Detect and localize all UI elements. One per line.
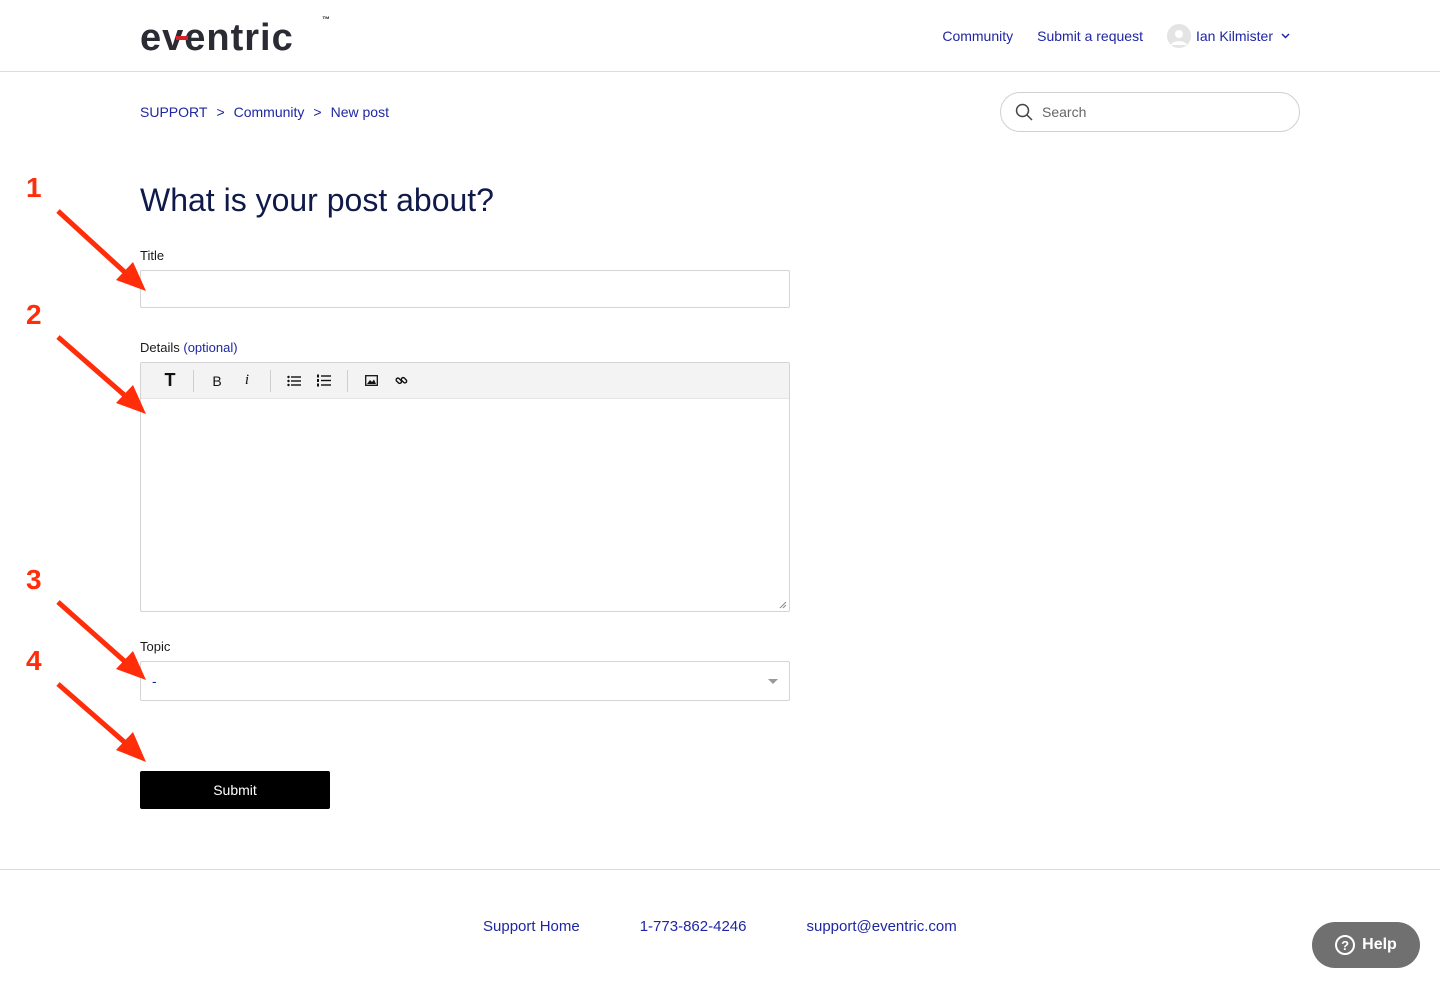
resize-handle-icon[interactable] bbox=[779, 601, 787, 609]
bulleted-list-icon[interactable] bbox=[279, 368, 309, 394]
footer-support-home-link[interactable]: Support Home bbox=[483, 918, 580, 935]
breadcrumb: SUPPORT > Community > New post bbox=[140, 104, 389, 120]
details-textarea[interactable] bbox=[141, 399, 789, 611]
optional-hint: (optional) bbox=[183, 340, 238, 355]
toolbar-divider bbox=[193, 369, 194, 392]
toolbar-divider bbox=[270, 369, 271, 392]
editor-toolbar: T B i bbox=[141, 363, 789, 399]
link-icon[interactable] bbox=[386, 368, 416, 394]
help-label: Help bbox=[1362, 936, 1397, 953]
numbered-list-icon[interactable] bbox=[309, 368, 339, 394]
annotation-arrow-3 bbox=[56, 600, 146, 680]
italic-glyph: i bbox=[244, 372, 250, 388]
dropdown-caret-icon bbox=[768, 679, 778, 684]
page-title: What is your post about? bbox=[140, 182, 494, 218]
details-editor: T B i bbox=[140, 362, 790, 612]
breadcrumb-new-post-link[interactable]: New post bbox=[331, 104, 389, 120]
annotation-number: 1 bbox=[26, 172, 42, 203]
text-style-glyph: T bbox=[164, 370, 176, 390]
annotation-number: 3 bbox=[26, 564, 42, 595]
logo-accent-bar bbox=[176, 36, 188, 40]
bold-glyph: B bbox=[212, 372, 222, 389]
title-label: Title bbox=[140, 248, 165, 263]
user-silhouette-icon bbox=[1170, 30, 1187, 45]
user-name: Ian Kilmister bbox=[1195, 28, 1273, 44]
annotation-number: 2 bbox=[26, 299, 42, 330]
search-icon bbox=[1015, 103, 1033, 121]
breadcrumb-support-link[interactable]: SUPPORT bbox=[140, 104, 207, 120]
search-input[interactable] bbox=[1042, 104, 1272, 120]
topic-select[interactable]: - bbox=[140, 661, 790, 701]
details-label-text: Details bbox=[140, 340, 180, 355]
footer-email-link[interactable]: support@eventric.com bbox=[806, 918, 956, 935]
breadcrumb-separator: > bbox=[216, 104, 225, 120]
image-icon[interactable] bbox=[356, 368, 386, 394]
bold-icon[interactable]: B bbox=[202, 368, 232, 394]
eventric-logo[interactable]: eventric ™ bbox=[140, 12, 340, 59]
user-menu[interactable]: Ian Kilmister bbox=[1166, 24, 1290, 48]
annotation-arrow-4 bbox=[56, 682, 146, 762]
logo-wordmark: eventric bbox=[140, 17, 294, 56]
details-label: Details (optional) bbox=[140, 340, 238, 355]
help-widget-button[interactable]: ? Help bbox=[1312, 922, 1420, 968]
submit-button[interactable]: Submit bbox=[140, 771, 330, 809]
breadcrumb-community-link[interactable]: Community bbox=[234, 104, 305, 120]
annotation-number: 4 bbox=[26, 645, 42, 676]
breadcrumb-separator: > bbox=[313, 104, 322, 120]
title-field[interactable] bbox=[140, 270, 790, 308]
top-nav: Community Submit a request Ian Kilmister bbox=[942, 24, 1290, 48]
trademark-symbol: ™ bbox=[322, 15, 330, 24]
search-box[interactable] bbox=[1000, 92, 1300, 132]
text-style-icon[interactable]: T bbox=[155, 368, 185, 394]
nav-community-link[interactable]: Community bbox=[942, 28, 1013, 44]
toolbar-divider bbox=[347, 369, 348, 392]
topic-selected-value: - bbox=[152, 673, 157, 689]
topic-label: Topic bbox=[140, 639, 171, 654]
nav-submit-request-link[interactable]: Submit a request bbox=[1037, 28, 1143, 44]
annotation-arrow-2 bbox=[56, 335, 146, 414]
footer-links: Support Home 1-773-862-4246 support@even… bbox=[483, 918, 957, 935]
site-header: eventric ™ Community Submit a request Ia… bbox=[0, 0, 1440, 72]
annotation-arrow-1 bbox=[56, 209, 146, 291]
question-circle-icon: ? bbox=[1335, 935, 1356, 955]
site-footer: Support Home 1-773-862-4246 support@even… bbox=[0, 869, 1440, 982]
italic-icon[interactable]: i bbox=[232, 368, 262, 394]
avatar bbox=[1166, 24, 1191, 48]
footer-phone-link[interactable]: 1-773-862-4246 bbox=[640, 918, 747, 935]
chevron-down-icon bbox=[1281, 31, 1290, 42]
